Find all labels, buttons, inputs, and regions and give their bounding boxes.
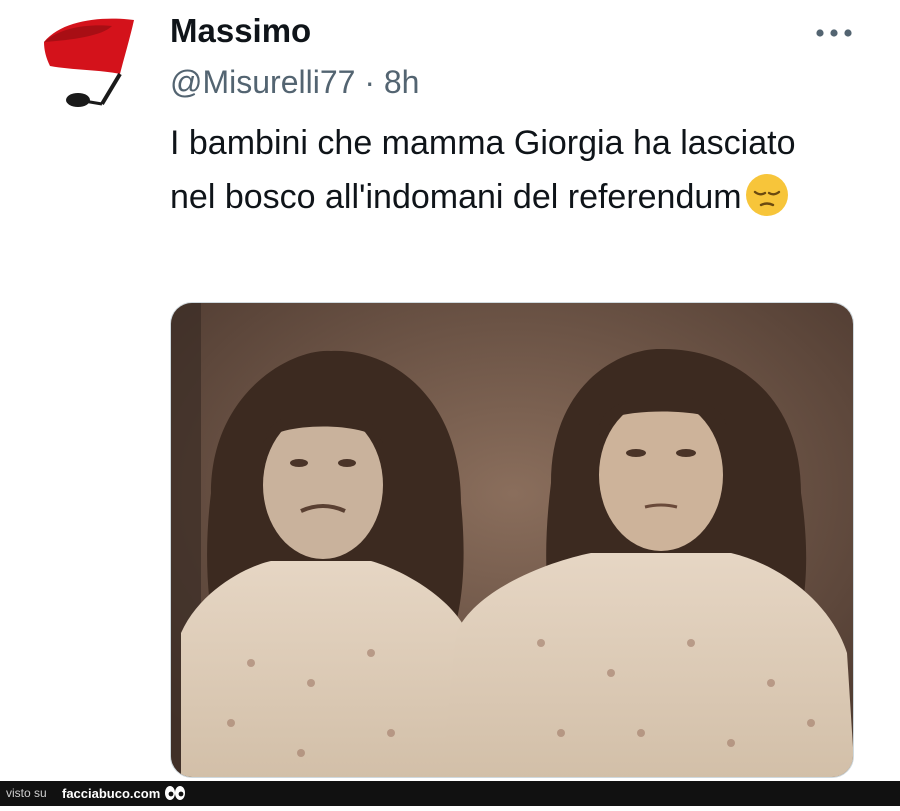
author-name[interactable]: Massimo [170,12,311,50]
footer-visto-su: visto su [6,786,47,800]
tweet-media-photo[interactable] [170,302,854,778]
pensive-face-icon [744,172,790,218]
tweet-text: I bambini che mamma Giorgia ha lasciato … [170,116,810,224]
author-handle-time[interactable]: @Misurelli77 · 8h [170,64,419,101]
watermark-footer: visto su facciabuco.com [0,781,900,806]
more-options-icon[interactable] [812,22,856,44]
sepia-photo-two-children-icon [171,303,853,777]
red-flag-avatar-icon [44,18,134,107]
avatar[interactable] [42,14,138,110]
tweet-text-content: I bambini che mamma Giorgia ha lasciato … [170,124,796,216]
footer-brand[interactable]: facciabuco.com [62,781,160,806]
eyes-icon [164,784,186,811]
